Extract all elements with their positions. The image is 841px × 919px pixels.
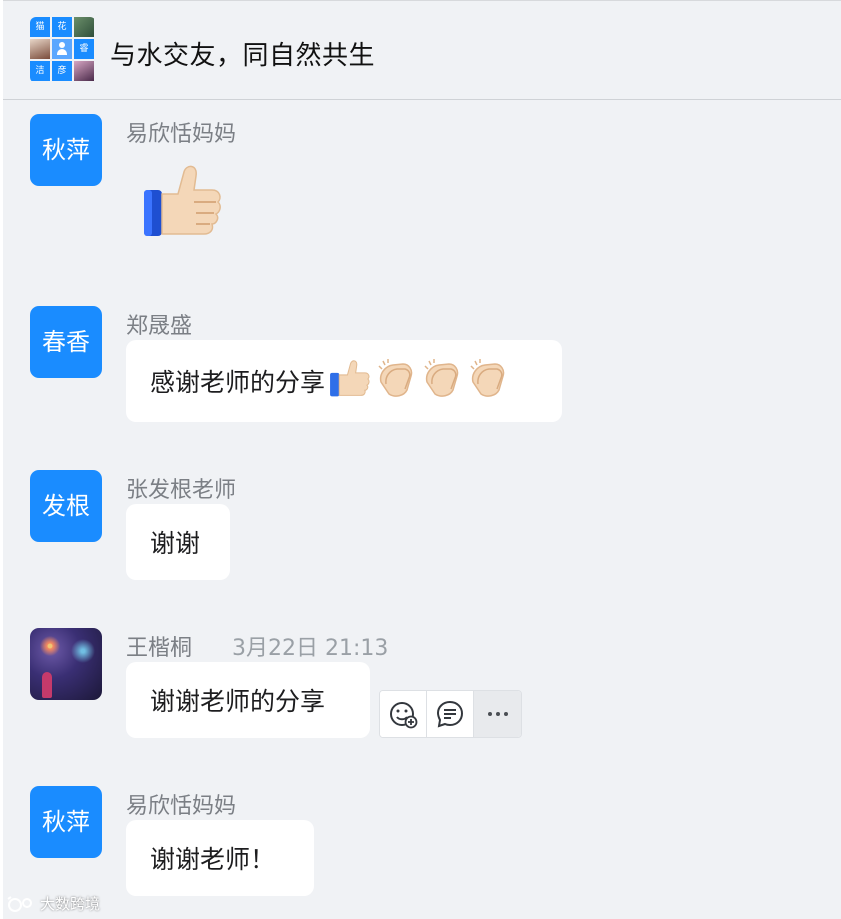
thumbs-up-icon xyxy=(138,160,224,244)
clapping-hands-icon xyxy=(465,356,509,406)
sender-name: 易欣恬妈妈 xyxy=(126,122,237,147)
add-reaction-button[interactable] xyxy=(380,691,427,737)
group-avatar[interactable]: 猫 花 睿 洁 彦 xyxy=(30,17,96,83)
reply-button[interactable] xyxy=(427,691,474,737)
watermark-text: 大数跨境 xyxy=(40,895,101,913)
message-bubble[interactable]: 谢谢老师！ xyxy=(126,820,314,896)
more-button[interactable] xyxy=(474,691,521,737)
user-icon xyxy=(52,39,72,59)
group-avatar-photo xyxy=(74,17,94,37)
thumbs-up-icon xyxy=(327,356,371,406)
chat-header: 猫 花 睿 洁 彦 与水交友，同自然共生 xyxy=(3,0,841,100)
sender-name: 张发根老师 xyxy=(126,478,237,503)
window-edge xyxy=(0,0,3,919)
group-avatar-cell: 猫 xyxy=(30,17,50,37)
more-icon xyxy=(487,712,508,716)
message-bubble[interactable]: 谢谢 xyxy=(126,504,230,580)
clapping-hands-icon xyxy=(373,356,417,406)
message-text: 谢谢老师！ xyxy=(150,845,276,874)
group-avatar-photo xyxy=(30,39,50,59)
message-bubble[interactable]: 谢谢老师的分享 xyxy=(126,662,370,738)
clapping-hands-icon xyxy=(419,356,463,406)
message-bubble[interactable]: 感谢老师的分享 xyxy=(126,340,562,422)
sender-name: 王楷桐 3月22日 21:13 xyxy=(126,630,388,662)
sender-name: 郑晟盛 xyxy=(126,314,193,339)
avatar[interactable] xyxy=(30,628,102,700)
sender-name-text: 王楷桐 xyxy=(126,636,193,661)
watermark: 大数跨境 xyxy=(6,893,100,914)
avatar[interactable]: 秋萍 xyxy=(30,786,102,858)
group-avatar-cell: 花 xyxy=(52,17,72,37)
avatar[interactable]: 春香 xyxy=(30,306,102,378)
message-text: 感谢老师的分享 xyxy=(150,368,326,397)
chat-title: 与水交友，同自然共生 xyxy=(110,41,376,71)
reply-icon xyxy=(436,700,464,728)
add-reaction-icon xyxy=(390,702,418,729)
watermark-logo-icon xyxy=(7,895,32,912)
message-hover-toolbar xyxy=(379,690,522,738)
group-avatar-cell: 彦 xyxy=(52,61,72,81)
group-avatar-photo xyxy=(74,61,94,81)
message-timestamp: 3月22日 21:13 xyxy=(232,636,389,661)
message-text: 谢谢老师的分享 xyxy=(150,687,326,716)
sender-name: 易欣恬妈妈 xyxy=(126,794,237,819)
group-avatar-cell: 睿 xyxy=(74,39,94,59)
group-avatar-cell: 洁 xyxy=(30,61,50,81)
avatar[interactable]: 秋萍 xyxy=(30,114,102,186)
avatar[interactable]: 发根 xyxy=(30,470,102,542)
message-text: 谢谢 xyxy=(150,529,201,558)
